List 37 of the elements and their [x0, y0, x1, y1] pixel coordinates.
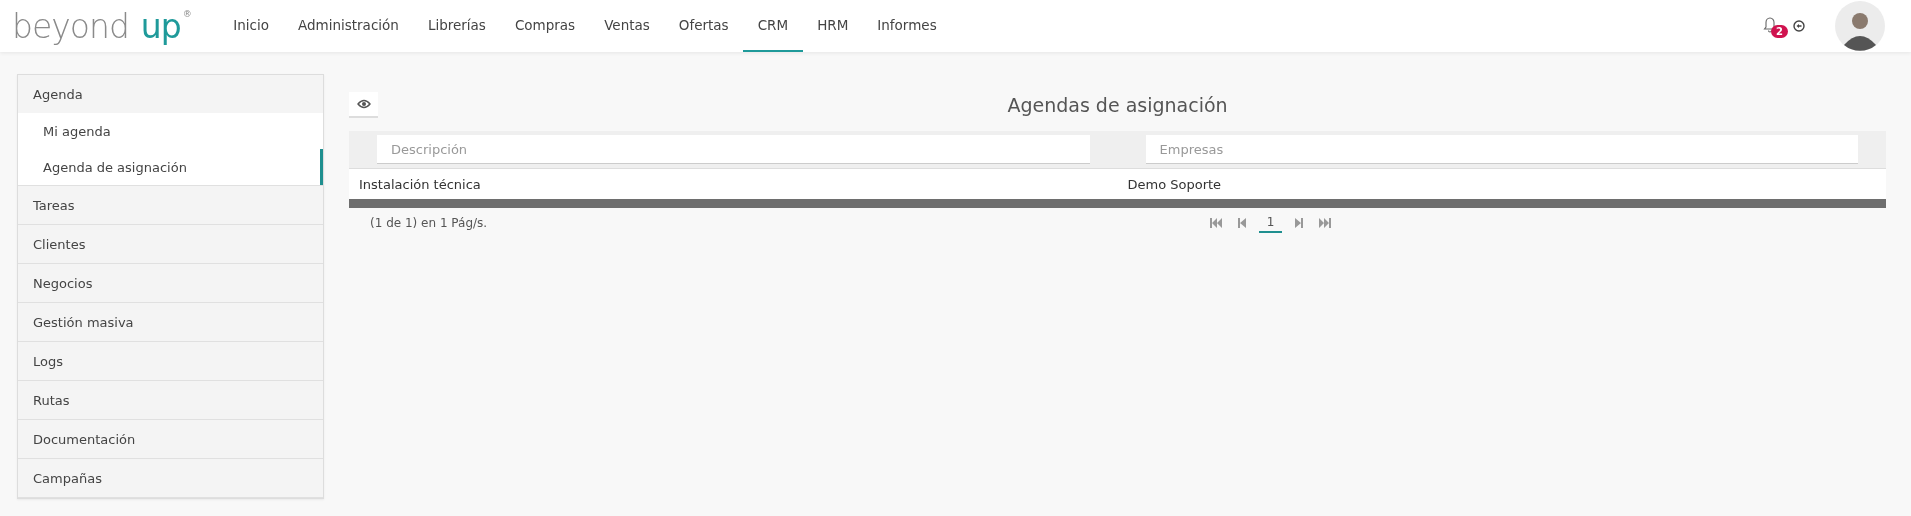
nav-tab[interactable]: HRM [802, 0, 863, 52]
nav-tab[interactable]: Compras [500, 0, 590, 52]
last-page-icon [1318, 217, 1333, 229]
nav-tab[interactable]: Ofertas [664, 0, 744, 52]
nav-tab[interactable]: Ventas [589, 0, 665, 52]
notification-badge: 2 [1771, 25, 1788, 38]
scroll-bar[interactable] [349, 199, 1886, 208]
sidebar-item[interactable]: Documentación [18, 420, 323, 459]
nav-tab[interactable]: Inicio [218, 0, 284, 52]
filter-field[interactable]: Descripción [377, 135, 1090, 164]
view-button[interactable] [349, 92, 378, 118]
sidebar-item[interactable]: Rutas [18, 381, 323, 420]
page-number[interactable]: 1 [1258, 213, 1283, 233]
filter-field[interactable]: Empresas [1145, 135, 1858, 164]
page-summary: (1 de 1) en 1 Pág/s. [370, 216, 488, 230]
sidebar-item[interactable]: Logs [18, 342, 323, 381]
nav-tab[interactable]: Administración [283, 0, 414, 52]
bell-icon[interactable] [1763, 17, 1777, 33]
sidebar-item[interactable]: Campañas [18, 459, 323, 498]
avatar[interactable] [1835, 1, 1885, 51]
nav-tab[interactable]: Informes [862, 0, 952, 52]
table-cell-text: Demo Soporte [1126, 176, 1223, 192]
first-page-icon [1208, 217, 1223, 229]
logo[interactable]: beyond up® [12, 9, 191, 43]
sidebar-item[interactable]: Agenda [18, 75, 323, 113]
sidebar-subitem[interactable]: Agenda de asignación [18, 149, 323, 185]
nav-tab[interactable]: Librerías [413, 0, 501, 52]
sidebar-subitem[interactable]: Mi agenda [18, 113, 323, 149]
table-cell-text: Instalación técnica [358, 176, 482, 192]
sidebar-item[interactable]: Tareas [18, 186, 323, 225]
sidebar-item[interactable]: Negocios [18, 264, 323, 303]
sidebar-item[interactable]: Gestión masiva [18, 303, 323, 342]
nav-tab[interactable]: CRM [743, 0, 803, 52]
sidebar-item[interactable]: Clientes [18, 225, 323, 264]
eye-icon [356, 99, 371, 109]
logout-icon[interactable] [1793, 20, 1805, 32]
page-title: Agendas de asignación [1006, 94, 1229, 116]
